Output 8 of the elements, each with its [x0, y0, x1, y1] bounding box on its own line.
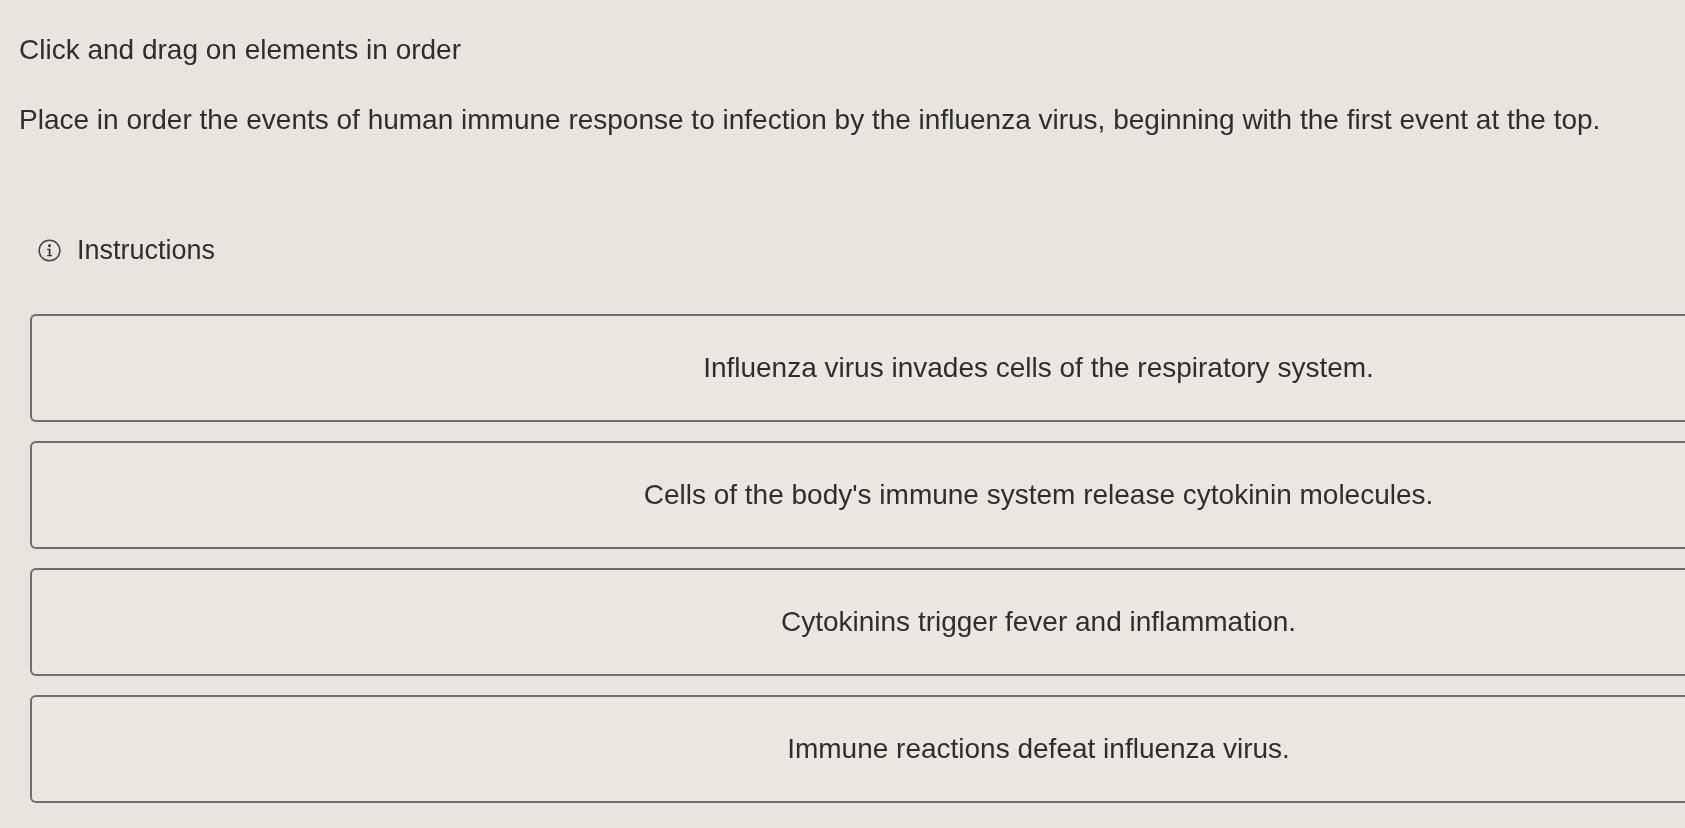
draggable-item[interactable]: Cells of the body's immune system release cytokinin molecules. [30, 440, 1685, 549]
info-icon [38, 238, 61, 262]
question-prompt: Place in order the events of human immune response to infection by the influenza virus, beginning with the first event at the top. [19, 103, 1602, 137]
draggable-item[interactable]: Influenza virus invades cells of the respiratory system. [30, 313, 1685, 422]
question-heading: Click and drag on elements in order [19, 33, 462, 67]
draggable-item[interactable]: Immune reactions defeat influenza virus. [30, 694, 1685, 803]
instructions-toggle[interactable]: Instructions [38, 233, 216, 267]
draggable-item[interactable]: Cytokinins trigger fever and inflammation. [30, 567, 1685, 676]
